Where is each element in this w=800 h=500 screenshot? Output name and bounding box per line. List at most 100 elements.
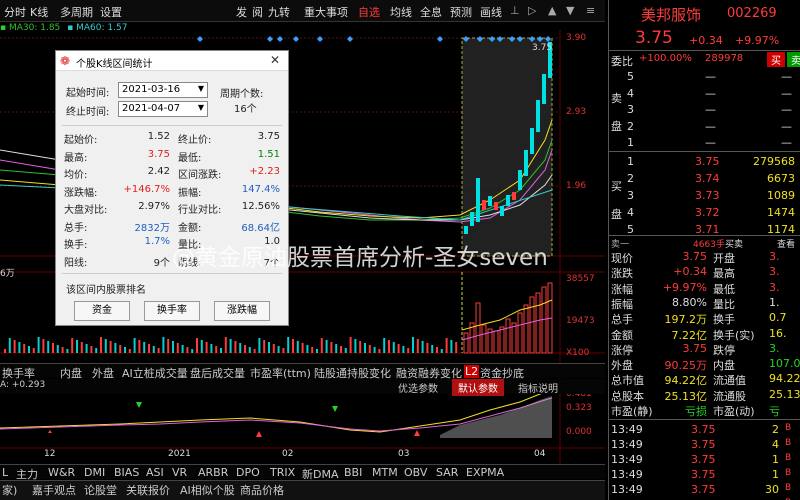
default-params-button[interactable]: 默认参数	[452, 379, 504, 396]
tab-l[interactable]: L	[2, 466, 8, 479]
candle	[536, 100, 540, 132]
tab-wr[interactable]: W&R	[48, 466, 75, 479]
menu-forecast[interactable]: 预测	[450, 4, 472, 20]
menu-watchlist[interactable]: 自选	[358, 4, 380, 20]
quote-stat-value: 25.13亿	[664, 389, 708, 403]
tab-expma[interactable]: EXPMA	[466, 466, 504, 479]
menu-settings[interactable]: 设置	[100, 4, 122, 20]
tab-related-quote[interactable]: 关联报价	[126, 482, 170, 498]
tab-vr[interactable]: VR	[172, 466, 187, 479]
volume-bar	[407, 348, 410, 353]
quote-stat-value: 3.75	[682, 341, 708, 355]
ask-price[interactable]: —	[705, 136, 716, 149]
stat-label: 总手:	[64, 222, 88, 234]
next-icon[interactable]: ▷	[528, 4, 536, 17]
tab-dpo[interactable]: DPO	[236, 466, 260, 479]
buy-button[interactable]: 买	[767, 52, 785, 67]
bid-level: 1	[627, 155, 634, 168]
volume-bar	[28, 346, 30, 353]
volume-bar	[253, 349, 256, 353]
bid-volume: 279568	[753, 155, 795, 168]
start-time-select[interactable]: 2021-03-16 ▼	[118, 82, 208, 98]
quote-stat-label: 金额	[611, 328, 633, 342]
volume-bar	[71, 338, 74, 353]
volume-bar	[76, 340, 78, 353]
ask-price[interactable]: —	[705, 120, 716, 133]
volume-bar	[272, 344, 275, 353]
indicator-help-button[interactable]: 指标说明	[518, 380, 558, 395]
dialog-title: 个股K线区间统计	[76, 59, 153, 70]
ask-price[interactable]: —	[705, 70, 716, 83]
tab-trix[interactable]: TRIX	[270, 466, 295, 479]
volume-bar	[535, 292, 541, 354]
signal-marker	[437, 36, 443, 42]
tab-arbr[interactable]: ARBR	[198, 466, 228, 479]
quote-stat-label: 振幅	[611, 297, 633, 311]
bid-price[interactable]: 3.74	[695, 172, 720, 185]
vol-tick: 19473	[566, 316, 595, 326]
volume-bar	[364, 343, 366, 353]
dialog-close-icon[interactable]: ✕	[270, 53, 280, 67]
menu-fenshi[interactable]: 分时	[4, 4, 26, 20]
tab-commodity-price[interactable]: 商品价格	[240, 482, 284, 498]
sell-button[interactable]: 卖	[787, 52, 800, 67]
menu-jiuzhuan[interactable]: 九转	[268, 4, 290, 20]
volume-bar	[287, 337, 290, 353]
ask-price[interactable]: —	[705, 87, 716, 100]
bid-price[interactable]: 3.73	[695, 189, 720, 202]
rank-by-change-button[interactable]: 涨跌幅	[214, 301, 270, 321]
rank-by-turnover-button[interactable]: 换手率	[144, 301, 200, 321]
ask-price[interactable]: —	[705, 103, 716, 116]
candle	[476, 178, 480, 222]
tab-dmi[interactable]: DMI	[84, 466, 105, 479]
pin-icon[interactable]: ⊥	[510, 4, 520, 17]
menu-icon[interactable]: ≡	[586, 4, 595, 17]
trade-button[interactable]: 买卖	[725, 237, 743, 250]
tab-bbi[interactable]: BBI	[344, 466, 362, 479]
stat-value: 2.42	[147, 166, 170, 177]
tab-l2[interactable]: L2	[464, 365, 480, 378]
tab-family[interactable]: 家)	[2, 482, 17, 498]
volume-bar	[124, 347, 126, 353]
tab-asi[interactable]: ASI	[146, 466, 164, 479]
volume-bar	[90, 346, 93, 353]
menu-quanxi[interactable]: 全息	[420, 4, 442, 20]
signal-marker	[197, 36, 203, 42]
close-icon[interactable]: ▼	[566, 4, 574, 17]
menu-kline[interactable]: K线	[30, 4, 48, 20]
end-time-select[interactable]: 2021-04-07 ▼	[118, 101, 208, 117]
tab-obv[interactable]: OBV	[404, 466, 427, 479]
view-button[interactable]: 查看	[777, 237, 795, 250]
tab-mtm[interactable]: MTM	[372, 466, 398, 479]
candle	[530, 128, 534, 154]
tab-sar[interactable]: SAR	[436, 466, 458, 479]
volume-bar	[152, 346, 155, 353]
volume-bar	[416, 339, 419, 353]
expand-icon[interactable]: ▲	[548, 4, 556, 17]
quote-stat-label: 总股本	[611, 389, 644, 403]
tab-stock-forum[interactable]: 论股堂	[84, 482, 117, 498]
bid-price[interactable]: 3.72	[695, 206, 720, 219]
tick-price: 3.75	[691, 483, 716, 496]
preferred-params-button[interactable]: 优选参数	[398, 380, 438, 395]
time-tick: 02	[282, 449, 294, 459]
menu-draw-line[interactable]: 画线	[480, 4, 502, 20]
ask-level: 4	[627, 86, 634, 100]
menu-major-events[interactable]: 重大事项	[304, 4, 348, 20]
tick-time: 13:49	[611, 468, 643, 481]
candle	[542, 74, 546, 104]
volume-bar	[373, 347, 376, 353]
menu-fa[interactable]: 发	[236, 4, 247, 20]
menu-multi-period[interactable]: 多周期	[60, 4, 93, 20]
dialog-titlebar[interactable]: ❁ 个股K线区间统计 ✕	[56, 51, 288, 71]
bid-price[interactable]: 3.75	[695, 155, 720, 168]
menu-yue[interactable]: 阅	[252, 4, 263, 20]
tab-ai-similar[interactable]: AI相似个股	[180, 482, 235, 498]
menu-ma[interactable]: 均线	[390, 4, 412, 20]
rank-by-fund-button[interactable]: 资金	[74, 301, 130, 321]
volume-bar	[445, 338, 448, 353]
chevron-down-icon: ▼	[197, 103, 204, 112]
volume-bar	[95, 348, 98, 353]
tab-bias[interactable]: BIAS	[114, 466, 139, 479]
tab-expert-view[interactable]: 嘉手观点	[32, 482, 76, 498]
